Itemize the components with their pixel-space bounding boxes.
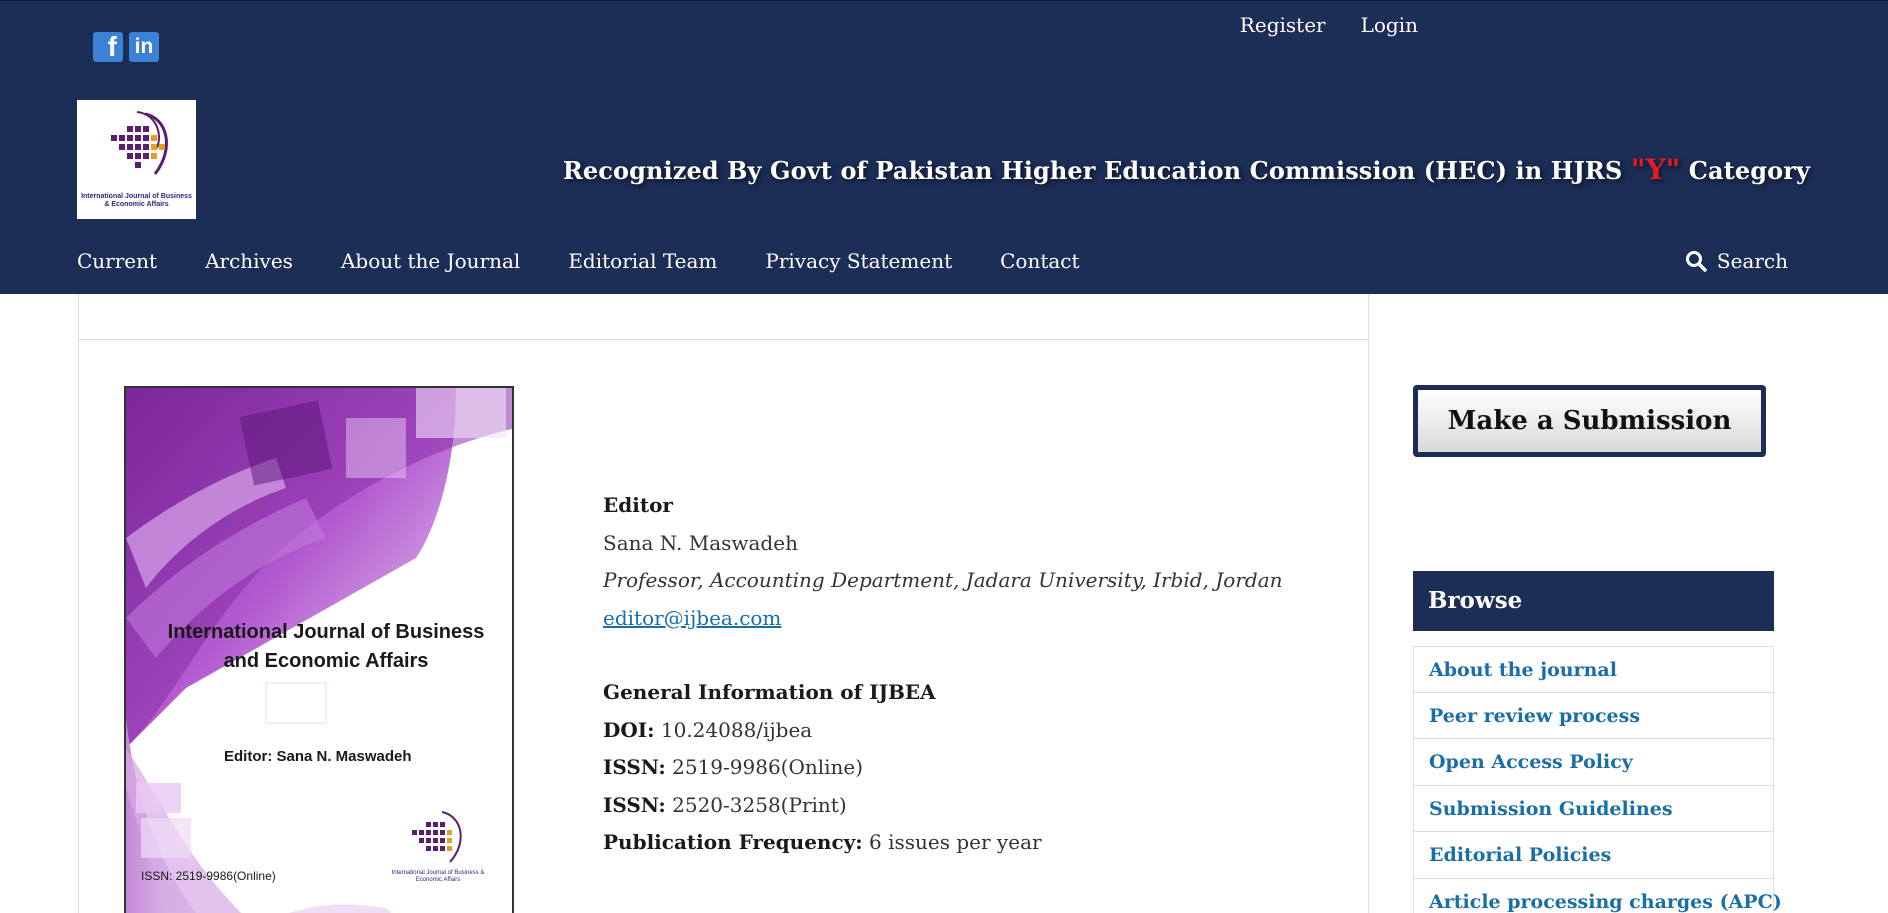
make-submission-label: Make a Submission <box>1418 390 1761 452</box>
hec-recognition-banner: Recognized By Govt of Pakistan Higher Ed… <box>563 153 1810 186</box>
nav-editorial-team[interactable]: Editorial Team <box>568 249 717 273</box>
nav-archives[interactable]: Archives <box>205 249 293 273</box>
search-label: Search <box>1716 249 1788 273</box>
primary-nav: Current Archives About the Journal Edito… <box>77 249 1080 273</box>
journal-logo[interactable]: International Journal of Business & Econ… <box>77 100 196 219</box>
nav-privacy-statement[interactable]: Privacy Statement <box>765 249 952 273</box>
hec-text-before: Recognized By Govt of Pakistan Higher Ed… <box>562 156 1631 185</box>
search-icon <box>1685 251 1707 272</box>
editor-affiliation: Professor, Accounting Department, Jadara… <box>603 568 1283 592</box>
facebook-icon[interactable]: f <box>93 32 123 62</box>
issn-online-row: ISSN: 2519-9986(Online) <box>603 749 1303 787</box>
site-header: f in Register Login International Journa… <box>0 0 1888 294</box>
general-info-heading: General Information of IJBEA <box>603 680 936 704</box>
cover-editor: Editor: Sana N. Maswadeh <box>224 748 412 765</box>
search-button[interactable]: Search <box>1685 249 1788 273</box>
linkedin-icon[interactable]: in <box>129 32 159 62</box>
cover-title: International Journal of Business and Ec… <box>167 621 485 672</box>
nav-about-journal[interactable]: About the Journal <box>341 249 520 273</box>
browse-item-open-access[interactable]: Open Access Policy <box>1413 739 1774 786</box>
nav-contact[interactable]: Contact <box>1000 249 1079 273</box>
browse-list: About the journal Peer review process Op… <box>1413 646 1782 913</box>
globe-grid-logo-icon <box>111 111 168 175</box>
frequency-value: 6 issues per year <box>869 830 1042 854</box>
nav-current[interactable]: Current <box>77 249 157 273</box>
browse-item-about-journal[interactable]: About the journal <box>1413 646 1774 693</box>
frequency-row: Publication Frequency: 6 issues per year <box>603 824 1303 862</box>
issn-label: ISSN: <box>603 792 666 817</box>
cover-issn: ISSN: 2519-9986(Online) <box>141 869 276 883</box>
doi-row: DOI: 10.24088/ijbea <box>603 712 1303 750</box>
browse-heading: Browse <box>1413 571 1774 631</box>
main-content: International Journal of Business and Ec… <box>78 294 1369 913</box>
doi-value: 10.24088/ijbea <box>660 717 813 742</box>
journal-cover-image[interactable]: International Journal of Business and Ec… <box>124 386 514 913</box>
cover-logo-icon <box>412 811 462 863</box>
hec-text-after: Category <box>1680 156 1810 185</box>
issn-label: ISSN: <box>603 755 666 779</box>
social-links: f in <box>93 32 159 62</box>
browse-item-submission-guidelines[interactable]: Submission Guidelines <box>1413 785 1774 832</box>
cover-logo-caption: International Journal of Business & Econ… <box>391 870 485 883</box>
register-link[interactable]: Register <box>1240 13 1326 37</box>
issn-print-value: 2520-3258(Print) <box>672 792 847 817</box>
issn-print-row: ISSN: 2520-3258(Print) <box>603 787 1303 825</box>
issn-online-value: 2519-9986(Online) <box>672 755 864 779</box>
user-nav: Register Login <box>1240 13 1418 37</box>
editor-label: Editor <box>603 493 673 517</box>
journal-info: Editor Sana N. Maswadeh Professor, Accou… <box>603 487 1303 862</box>
browse-item-editorial-policies[interactable]: Editorial Policies <box>1413 832 1774 879</box>
content-divider <box>79 339 1368 340</box>
logo-caption: International Journal of Business & Econ… <box>81 193 192 208</box>
hec-category-badge: "Y" <box>1630 153 1681 186</box>
doi-label: DOI: <box>603 717 655 742</box>
browse-item-peer-review[interactable]: Peer review process <box>1413 692 1774 739</box>
login-link[interactable]: Login <box>1361 13 1418 37</box>
frequency-label: Publication Frequency: <box>603 830 863 854</box>
make-submission-button[interactable]: Make a Submission <box>1413 385 1766 457</box>
editor-name: Sana N. Maswadeh <box>603 530 798 555</box>
browse-item-apc[interactable]: Article processing charges (APC) <box>1413 878 1782 913</box>
editor-email-link[interactable]: editor@ijbea.com <box>603 606 781 630</box>
